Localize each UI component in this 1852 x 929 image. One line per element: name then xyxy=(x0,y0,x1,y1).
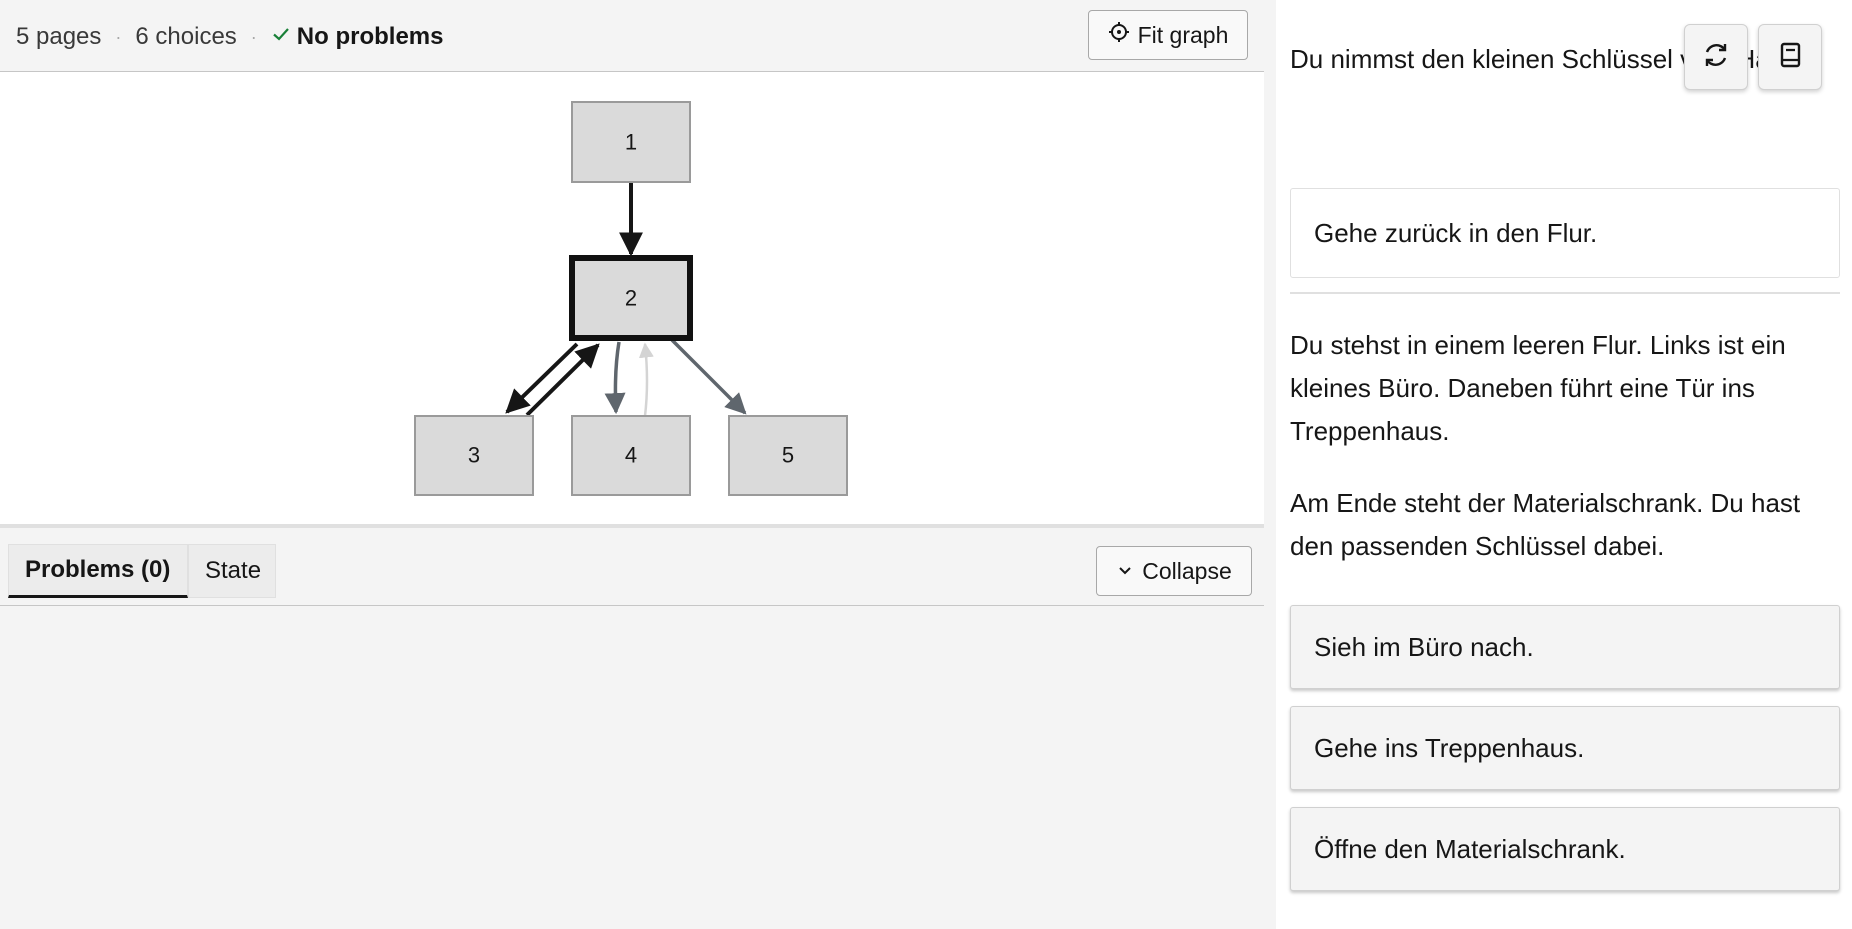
node-label: 5 xyxy=(782,443,794,468)
choice-button[interactable]: Öffne den Materialschrank. xyxy=(1290,807,1840,891)
node-label: 1 xyxy=(625,130,637,155)
story-preview: Du nimmst den kleinen Schlüssel vom Hake… xyxy=(1276,0,1852,929)
refresh-icon xyxy=(1701,40,1731,75)
page-count: 5 pages xyxy=(16,23,102,50)
collapse-button[interactable]: Collapse xyxy=(1096,546,1252,596)
passage-paragraph: Am Ende steht der Materialschrank. Du ha… xyxy=(1290,488,1801,561)
fit-graph-label: Fit graph xyxy=(1137,21,1229,48)
chosen-choice: Gehe zurück in den Flur. xyxy=(1290,188,1840,278)
separator: · xyxy=(250,26,257,47)
edge-2-5 xyxy=(670,338,747,415)
app-root: 5 pages · 6 choices · No problems Fit gr… xyxy=(0,0,1852,929)
graph-node-current[interactable]: 2 xyxy=(569,255,693,341)
node-label: 3 xyxy=(468,443,480,468)
chevron-down-icon xyxy=(1116,558,1134,585)
collapse-label: Collapse xyxy=(1142,557,1232,584)
story-stats: 5 pages · 6 choices · No problems xyxy=(16,21,443,53)
graph-node[interactable]: 1 xyxy=(571,101,691,183)
separator: · xyxy=(115,26,122,47)
story-details-button[interactable] xyxy=(1758,24,1822,90)
crosshair-icon xyxy=(1108,21,1130,49)
edge-2-4 xyxy=(604,341,626,415)
node-label: 4 xyxy=(625,443,637,468)
node-label: 2 xyxy=(625,286,637,311)
passage-paragraph: Du stehst in einem leeren Flur. Links is… xyxy=(1290,330,1786,446)
bottom-panel-tabs: Problems (0) State Collapse xyxy=(0,540,1264,606)
story-graph[interactable]: 1 2 3 4 5 xyxy=(0,72,1264,528)
book-icon xyxy=(1775,40,1805,75)
tab-problems[interactable]: Problems (0) xyxy=(8,544,188,598)
graph-node[interactable]: 3 xyxy=(414,415,534,496)
choice-button[interactable]: Sieh im Büro nach. xyxy=(1290,605,1840,689)
graph-node[interactable]: 5 xyxy=(728,415,848,496)
checkmark-icon xyxy=(271,23,291,51)
restart-button[interactable] xyxy=(1684,24,1748,90)
problem-status: No problems xyxy=(271,23,444,51)
choice-button[interactable]: Gehe ins Treppenhaus. xyxy=(1290,706,1840,790)
status-text: No problems xyxy=(296,23,444,50)
graph-panel: 5 pages · 6 choices · No problems Fit gr… xyxy=(0,0,1264,929)
graph-node[interactable]: 4 xyxy=(571,415,691,496)
divider xyxy=(1290,292,1840,294)
graph-toolbar: 5 pages · 6 choices · No problems Fit gr… xyxy=(0,0,1264,72)
fit-graph-button[interactable]: Fit graph xyxy=(1088,10,1248,60)
edge-4-2 xyxy=(638,342,654,417)
tab-state[interactable]: State xyxy=(188,544,276,598)
choice-count: 6 choices xyxy=(135,23,237,50)
